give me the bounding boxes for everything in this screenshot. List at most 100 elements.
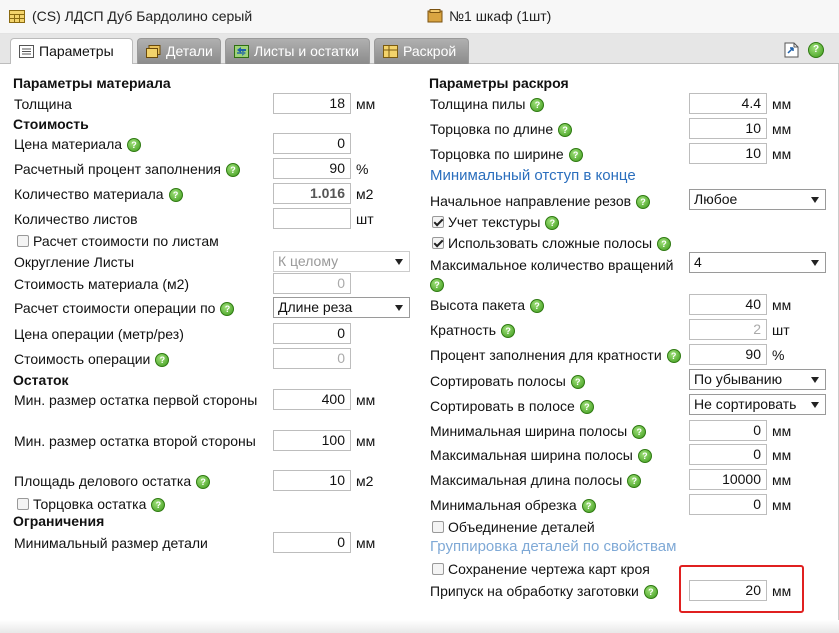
help-icon[interactable]: ? (637, 449, 652, 464)
help-icon[interactable]: ? (558, 123, 573, 138)
sheets-qty-input[interactable] (273, 208, 351, 229)
stack-height-unit: мм (772, 297, 792, 313)
multiplicity-field: Кратность? (430, 322, 516, 339)
help-icon[interactable]: ? (632, 425, 647, 440)
cut-direction-select[interactable]: Любое (689, 189, 826, 210)
help-icon[interactable]: ? (808, 42, 824, 58)
group-props-link[interactable]: Группировка деталей по свойствам (430, 538, 676, 555)
max-strip-width-unit: мм (772, 447, 792, 463)
merge-parts-checkbox[interactable] (432, 521, 444, 533)
help-icon[interactable]: ? (529, 299, 544, 314)
trim-length-input[interactable]: 10 (689, 118, 767, 139)
op-price-input[interactable]: 0 (273, 323, 351, 344)
thickness-input[interactable]: 18 (273, 93, 351, 114)
tab-details[interactable]: Детали (137, 38, 221, 64)
rotations-select[interactable]: 4 (689, 252, 826, 273)
max-strip-length-input[interactable]: 10000 (689, 469, 767, 490)
op-calc-select[interactable]: Длине реза (273, 297, 410, 318)
rounding-value: К целому (278, 253, 339, 269)
complex-strips-field: Использовать сложные полосы? (448, 235, 672, 252)
help-icon[interactable]: ? (657, 237, 672, 252)
min-part-label: Минимальный размер детали (14, 535, 208, 551)
help-icon[interactable]: ? (636, 195, 651, 210)
trim-width-input[interactable]: 10 (689, 143, 767, 164)
material-cost-label: Стоимость материала (м2) (14, 276, 190, 292)
rem1-input[interactable]: 400 (273, 389, 351, 410)
tab-cutting[interactable]: Раскрой (374, 38, 469, 64)
list-icon (19, 45, 34, 58)
help-icon[interactable]: ? (155, 353, 170, 368)
max-strip-width-input[interactable]: 0 (689, 444, 767, 465)
min-strip-width-input[interactable]: 0 (689, 420, 767, 441)
material-title: (CS) ЛДСП Дуб Бардолино серый (32, 8, 253, 24)
tab-sheets[interactable]: Листы и остатки (225, 38, 370, 64)
trim-remnant-checkbox[interactable] (17, 498, 29, 510)
fill-percent-unit: % (356, 161, 369, 177)
complex-strips-checkbox[interactable] (432, 237, 444, 249)
material-price-input[interactable]: 0 (273, 133, 351, 154)
help-icon[interactable]: ? (570, 375, 585, 390)
bottom-edge (0, 620, 839, 633)
help-icon[interactable]: ? (545, 216, 560, 231)
tab-parameters[interactable]: Параметры (10, 38, 133, 65)
tab-label: Детали (166, 43, 213, 59)
tab-label: Листы и остатки (254, 43, 359, 59)
min-offset-link[interactable]: Минимальный отступ в конце (430, 167, 636, 184)
sort-strips-field: Сортировать полосы? (430, 373, 585, 390)
remnant-heading: Остаток (13, 372, 69, 388)
fill-percent-input[interactable]: 90 (273, 158, 351, 179)
help-icon[interactable]: ? (168, 188, 183, 203)
help-icon[interactable]: ? (196, 475, 211, 490)
fill-percent-label: Расчетный процент заполнения (14, 161, 221, 177)
stack-height-input[interactable]: 40 (689, 294, 767, 315)
save-drawing-checkbox[interactable] (432, 563, 444, 575)
rem2-label: Мин. размер остатка второй стороны (14, 433, 256, 449)
op-cost-label: Стоимость операции (14, 351, 151, 367)
thickness-unit: мм (356, 96, 376, 112)
remnant-area-unit: м2 (356, 473, 374, 489)
cut-direction-field: Начальное направление резов? (430, 193, 651, 210)
rounding-select[interactable]: К целому (273, 251, 410, 272)
rem1-unit: мм (356, 392, 376, 408)
material-params-heading: Параметры материала (13, 75, 171, 91)
allowance-label: Припуск на обработку заготовки (430, 583, 639, 599)
fill-multiplicity-input[interactable]: 90 (689, 344, 767, 365)
material-price-field: Цена материала? (14, 136, 142, 153)
per-sheet-checkbox[interactable] (17, 235, 29, 247)
help-icon[interactable]: ? (579, 400, 594, 415)
min-scrap-input[interactable]: 0 (689, 494, 767, 515)
help-icon[interactable]: ? (568, 148, 583, 163)
sort-strips-select[interactable]: По убыванию (689, 369, 826, 390)
min-part-input[interactable]: 0 (273, 532, 351, 553)
help-icon[interactable]: ? (530, 98, 545, 113)
help-icon[interactable]: ? (581, 499, 596, 514)
material-price-label: Цена материала (14, 136, 123, 152)
help-icon[interactable]: ? (127, 138, 142, 153)
export-icon[interactable] (784, 42, 799, 58)
min-part-unit: мм (356, 535, 376, 551)
sort-in-strip-select[interactable]: Не сортировать (689, 394, 826, 415)
cutting-map-icon (383, 45, 398, 58)
help-icon[interactable]: ? (225, 163, 240, 178)
saw-thickness-input[interactable]: 4.4 (689, 93, 767, 114)
help-icon[interactable]: ? (643, 585, 658, 600)
help-icon[interactable]: ? (220, 302, 235, 317)
cut-direction-label: Начальное направление резов (430, 193, 632, 209)
sheets-qty-label: Количество листов (14, 211, 138, 227)
help-icon[interactable]: ? (430, 278, 444, 293)
help-icon[interactable]: ? (627, 474, 642, 489)
per-sheet-label: Расчет стоимости по листам (33, 233, 219, 249)
cut-direction-value: Любое (694, 191, 738, 207)
rotations-field: Максимальное количество вращений? (430, 256, 690, 294)
help-icon[interactable]: ? (151, 498, 166, 513)
help-icon[interactable]: ? (666, 349, 681, 364)
help-icon[interactable]: ? (501, 324, 516, 339)
min-strip-width-label: Минимальная ширина полосы (430, 423, 628, 439)
remnant-area-input[interactable]: 10 (273, 470, 351, 491)
op-calc-label: Расчет стоимости операции по (14, 300, 216, 316)
min-scrap-label: Минимальная обрезка (430, 497, 577, 513)
sort-in-strip-field: Сортировать в полосе? (430, 398, 594, 415)
rem2-input[interactable]: 100 (273, 430, 351, 451)
remnant-area-field: Площадь делового остатка? (14, 473, 211, 490)
texture-checkbox[interactable] (432, 216, 444, 228)
